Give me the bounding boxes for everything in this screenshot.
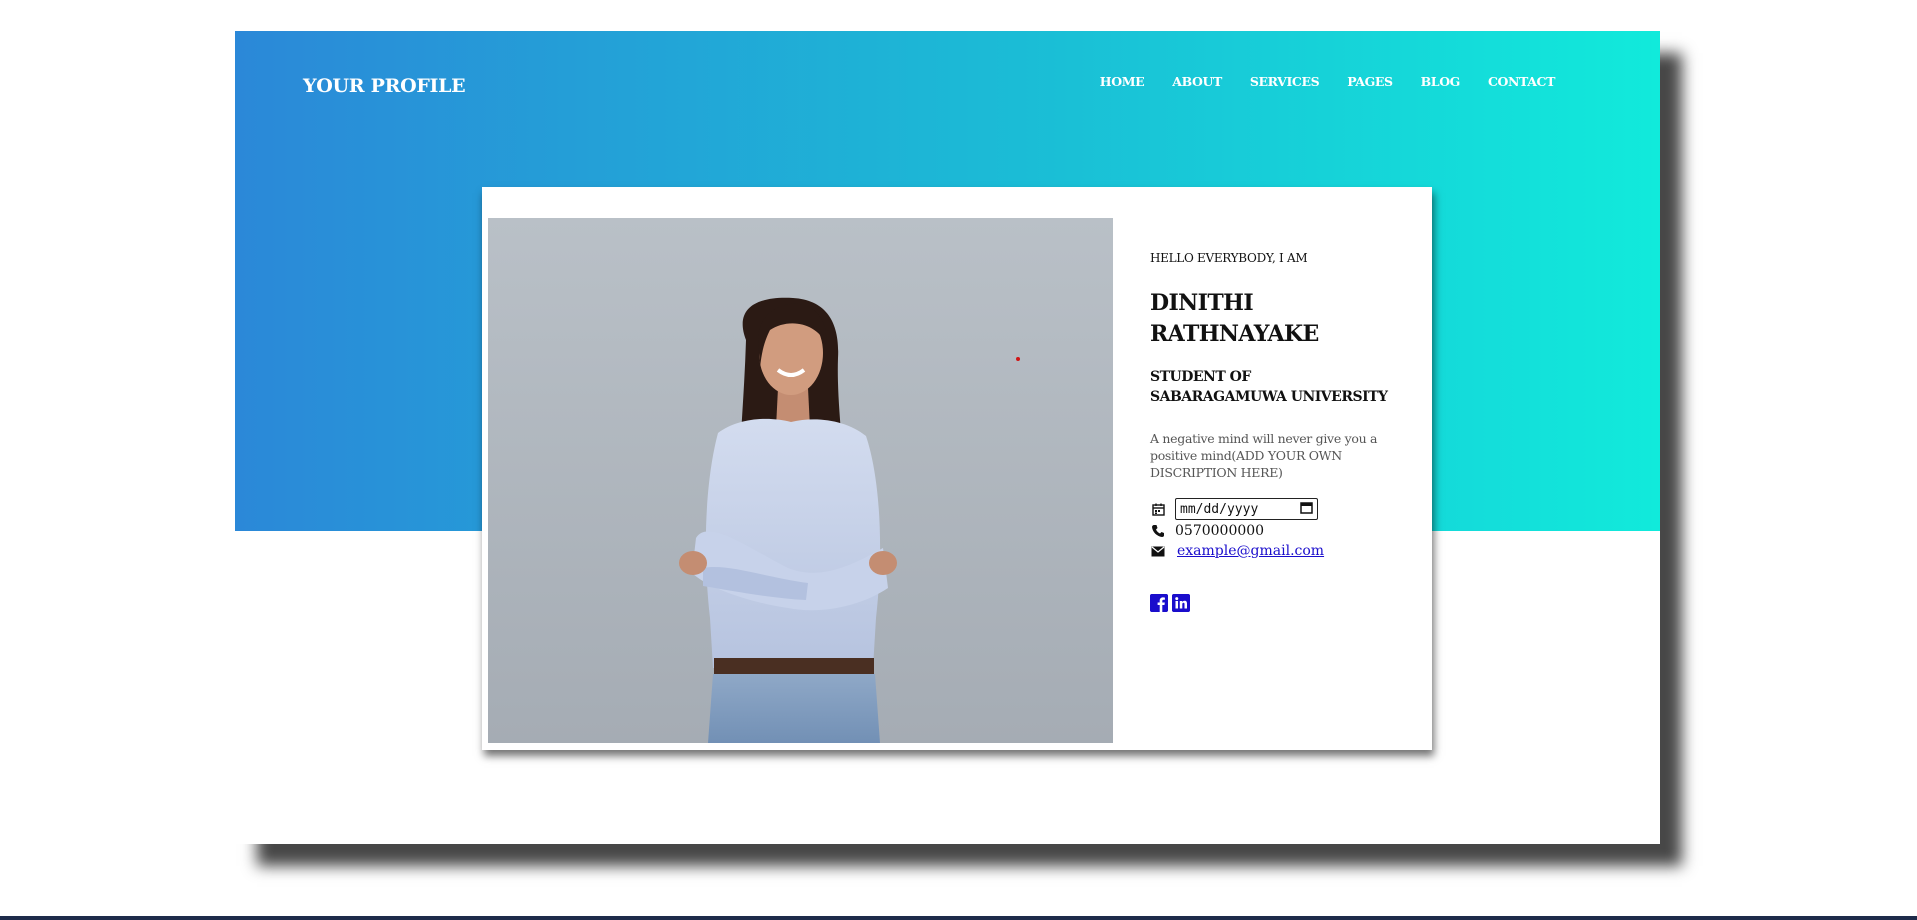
phone-row: 0570000000 <box>1150 523 1264 539</box>
profile-card: HELLO EVERYBODY, I AM DINITHI RATHNAYAKE… <box>482 187 1432 750</box>
nav-about[interactable]: ABOUT <box>1172 74 1222 89</box>
profile-name: DINITHI RATHNAYAKE <box>1150 290 1319 347</box>
email-link[interactable]: example@gmail.com <box>1177 543 1324 559</box>
nav-pages[interactable]: PAGES <box>1347 74 1393 89</box>
social-links <box>1150 594 1190 612</box>
phone-number: 0570000000 <box>1175 523 1265 539</box>
nav-home[interactable]: HOME <box>1100 74 1145 89</box>
nav-blog[interactable]: BLOG <box>1421 74 1461 89</box>
date-field[interactable]: mm/dd/yyyy <box>1175 498 1318 520</box>
linkedin-icon[interactable] <box>1172 594 1190 612</box>
bottom-border <box>0 916 1917 920</box>
phone-icon <box>1150 523 1166 539</box>
date-placeholder: mm/dd/yyyy <box>1180 501 1259 517</box>
profile-photo-illustration <box>488 218 1113 743</box>
facebook-icon[interactable] <box>1150 594 1168 612</box>
page-container: YOUR PROFILE HOME ABOUT SERVICES PAGES B… <box>235 31 1660 844</box>
calendar-icon <box>1150 501 1166 517</box>
email-row: example@gmail.com <box>1150 543 1324 559</box>
profile-photo <box>488 218 1113 743</box>
greeting-text: HELLO EVERYBODY, I AM <box>1150 251 1308 265</box>
cursor-dot <box>1016 357 1020 361</box>
main-nav: HOME ABOUT SERVICES PAGES BLOG CONTACT <box>1072 74 1556 89</box>
envelope-icon <box>1150 543 1166 559</box>
profile-subtitle: STUDENT OF SABARAGAMUWA UNIVERSITY <box>1150 369 1388 405</box>
nav-services[interactable]: SERVICES <box>1250 74 1320 89</box>
date-picker-icon[interactable] <box>1300 501 1313 518</box>
nav-contact[interactable]: CONTACT <box>1488 74 1555 89</box>
date-row: mm/dd/yyyy <box>1150 498 1318 520</box>
profile-description: A negative mind will never give you a po… <box>1150 431 1378 480</box>
site-brand[interactable]: YOUR PROFILE <box>303 75 466 97</box>
